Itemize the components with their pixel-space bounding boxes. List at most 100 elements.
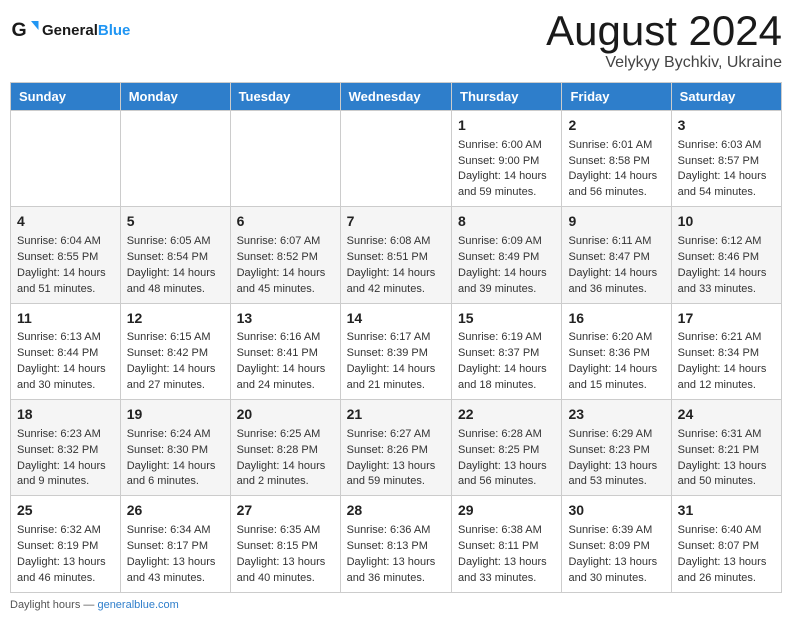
day-number: 2 [568, 116, 664, 136]
page-title: August 2024 [546, 10, 782, 52]
calendar-cell: 12Sunrise: 6:15 AM Sunset: 8:42 PM Dayli… [120, 303, 230, 399]
day-info: Sunrise: 6:21 AM Sunset: 8:34 PM Dayligh… [678, 330, 775, 394]
calendar-cell: 3Sunrise: 6:03 AM Sunset: 8:57 PM Daylig… [671, 111, 781, 207]
calendar-cell: 7Sunrise: 6:08 AM Sunset: 8:51 PM Daylig… [340, 207, 451, 303]
day-number: 11 [17, 309, 114, 329]
calendar-cell: 23Sunrise: 6:29 AM Sunset: 8:23 PM Dayli… [562, 400, 671, 496]
calendar-week-row: 11Sunrise: 6:13 AM Sunset: 8:44 PM Dayli… [11, 303, 782, 399]
day-number: 15 [458, 309, 555, 329]
day-info: Sunrise: 6:24 AM Sunset: 8:30 PM Dayligh… [127, 427, 224, 491]
calendar-cell: 22Sunrise: 6:28 AM Sunset: 8:25 PM Dayli… [452, 400, 562, 496]
day-number: 21 [347, 405, 445, 425]
day-number: 16 [568, 309, 664, 329]
footer-source[interactable]: generalblue.com [97, 599, 178, 611]
weekday-header: Tuesday [230, 83, 340, 111]
calendar-cell: 9Sunrise: 6:11 AM Sunset: 8:47 PM Daylig… [562, 207, 671, 303]
calendar-cell: 20Sunrise: 6:25 AM Sunset: 8:28 PM Dayli… [230, 400, 340, 496]
footer-text: Daylight hours [10, 599, 80, 611]
day-info: Sunrise: 6:03 AM Sunset: 8:57 PM Dayligh… [678, 138, 775, 202]
day-number: 24 [678, 405, 775, 425]
calendar-cell: 10Sunrise: 6:12 AM Sunset: 8:46 PM Dayli… [671, 207, 781, 303]
calendar-cell: 13Sunrise: 6:16 AM Sunset: 8:41 PM Dayli… [230, 303, 340, 399]
calendar-cell [340, 111, 451, 207]
page-subtitle: Velykyy Bychkiv, Ukraine [546, 54, 782, 72]
calendar-cell: 24Sunrise: 6:31 AM Sunset: 8:21 PM Dayli… [671, 400, 781, 496]
day-info: Sunrise: 6:16 AM Sunset: 8:41 PM Dayligh… [237, 330, 334, 394]
day-number: 31 [678, 501, 775, 521]
day-info: Sunrise: 6:08 AM Sunset: 8:51 PM Dayligh… [347, 234, 445, 298]
day-info: Sunrise: 6:01 AM Sunset: 8:58 PM Dayligh… [568, 138, 664, 202]
day-number: 13 [237, 309, 334, 329]
day-number: 22 [458, 405, 555, 425]
day-number: 29 [458, 501, 555, 521]
calendar-cell: 8Sunrise: 6:09 AM Sunset: 8:49 PM Daylig… [452, 207, 562, 303]
calendar-cell: 16Sunrise: 6:20 AM Sunset: 8:36 PM Dayli… [562, 303, 671, 399]
calendar-cell: 27Sunrise: 6:35 AM Sunset: 8:15 PM Dayli… [230, 496, 340, 592]
day-info: Sunrise: 6:27 AM Sunset: 8:26 PM Dayligh… [347, 427, 445, 491]
day-info: Sunrise: 6:39 AM Sunset: 8:09 PM Dayligh… [568, 523, 664, 587]
calendar-cell: 2Sunrise: 6:01 AM Sunset: 8:58 PM Daylig… [562, 111, 671, 207]
day-number: 26 [127, 501, 224, 521]
day-info: Sunrise: 6:17 AM Sunset: 8:39 PM Dayligh… [347, 330, 445, 394]
day-number: 14 [347, 309, 445, 329]
day-number: 30 [568, 501, 664, 521]
calendar-cell [11, 111, 121, 207]
calendar-week-row: 25Sunrise: 6:32 AM Sunset: 8:19 PM Dayli… [11, 496, 782, 592]
calendar-cell [230, 111, 340, 207]
calendar-cell: 25Sunrise: 6:32 AM Sunset: 8:19 PM Dayli… [11, 496, 121, 592]
day-info: Sunrise: 6:29 AM Sunset: 8:23 PM Dayligh… [568, 427, 664, 491]
day-number: 28 [347, 501, 445, 521]
logo-icon: G [10, 15, 40, 45]
day-info: Sunrise: 6:40 AM Sunset: 8:07 PM Dayligh… [678, 523, 775, 587]
calendar-cell: 11Sunrise: 6:13 AM Sunset: 8:44 PM Dayli… [11, 303, 121, 399]
day-info: Sunrise: 6:23 AM Sunset: 8:32 PM Dayligh… [17, 427, 114, 491]
calendar-cell: 21Sunrise: 6:27 AM Sunset: 8:26 PM Dayli… [340, 400, 451, 496]
day-number: 4 [17, 212, 114, 232]
footer-note: Daylight hours — generalblue.com [10, 599, 782, 611]
day-number: 12 [127, 309, 224, 329]
calendar-cell: 6Sunrise: 6:07 AM Sunset: 8:52 PM Daylig… [230, 207, 340, 303]
day-info: Sunrise: 6:34 AM Sunset: 8:17 PM Dayligh… [127, 523, 224, 587]
day-info: Sunrise: 6:07 AM Sunset: 8:52 PM Dayligh… [237, 234, 334, 298]
day-number: 10 [678, 212, 775, 232]
logo-blue: Blue [98, 22, 131, 39]
day-number: 3 [678, 116, 775, 136]
calendar-cell: 14Sunrise: 6:17 AM Sunset: 8:39 PM Dayli… [340, 303, 451, 399]
day-info: Sunrise: 6:15 AM Sunset: 8:42 PM Dayligh… [127, 330, 224, 394]
day-number: 19 [127, 405, 224, 425]
calendar-cell: 18Sunrise: 6:23 AM Sunset: 8:32 PM Dayli… [11, 400, 121, 496]
day-info: Sunrise: 6:11 AM Sunset: 8:47 PM Dayligh… [568, 234, 664, 298]
day-info: Sunrise: 6:31 AM Sunset: 8:21 PM Dayligh… [678, 427, 775, 491]
day-number: 9 [568, 212, 664, 232]
calendar-cell: 29Sunrise: 6:38 AM Sunset: 8:11 PM Dayli… [452, 496, 562, 592]
day-number: 25 [17, 501, 114, 521]
day-number: 27 [237, 501, 334, 521]
day-info: Sunrise: 6:13 AM Sunset: 8:44 PM Dayligh… [17, 330, 114, 394]
day-info: Sunrise: 6:38 AM Sunset: 8:11 PM Dayligh… [458, 523, 555, 587]
day-info: Sunrise: 6:05 AM Sunset: 8:54 PM Dayligh… [127, 234, 224, 298]
day-number: 18 [17, 405, 114, 425]
day-info: Sunrise: 6:09 AM Sunset: 8:49 PM Dayligh… [458, 234, 555, 298]
weekday-header: Wednesday [340, 83, 451, 111]
calendar-cell: 1Sunrise: 6:00 AM Sunset: 9:00 PM Daylig… [452, 111, 562, 207]
day-number: 20 [237, 405, 334, 425]
day-info: Sunrise: 6:35 AM Sunset: 8:15 PM Dayligh… [237, 523, 334, 587]
day-number: 8 [458, 212, 555, 232]
calendar-header-row: SundayMondayTuesdayWednesdayThursdayFrid… [11, 83, 782, 111]
weekday-header: Thursday [452, 83, 562, 111]
day-info: Sunrise: 6:00 AM Sunset: 9:00 PM Dayligh… [458, 138, 555, 202]
day-info: Sunrise: 6:32 AM Sunset: 8:19 PM Dayligh… [17, 523, 114, 587]
logo: G GeneralBlue [10, 15, 130, 45]
calendar-cell: 4Sunrise: 6:04 AM Sunset: 8:55 PM Daylig… [11, 207, 121, 303]
day-info: Sunrise: 6:20 AM Sunset: 8:36 PM Dayligh… [568, 330, 664, 394]
calendar-cell: 28Sunrise: 6:36 AM Sunset: 8:13 PM Dayli… [340, 496, 451, 592]
calendar-cell: 31Sunrise: 6:40 AM Sunset: 8:07 PM Dayli… [671, 496, 781, 592]
calendar-week-row: 4Sunrise: 6:04 AM Sunset: 8:55 PM Daylig… [11, 207, 782, 303]
header: G GeneralBlue August 2024 Velykyy Bychki… [10, 10, 782, 72]
calendar-cell [120, 111, 230, 207]
weekday-header: Monday [120, 83, 230, 111]
day-number: 6 [237, 212, 334, 232]
day-number: 7 [347, 212, 445, 232]
svg-text:G: G [12, 19, 27, 41]
calendar-week-row: 18Sunrise: 6:23 AM Sunset: 8:32 PM Dayli… [11, 400, 782, 496]
